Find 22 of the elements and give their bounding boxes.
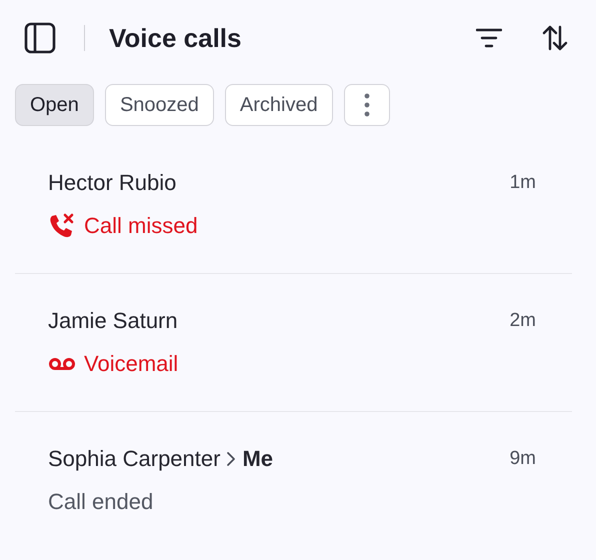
filter-tab[interactable]: Snoozed: [104, 84, 214, 126]
call-time: 9m: [510, 448, 536, 470]
filter-tab[interactable]: Archived: [224, 84, 333, 126]
more-options-button[interactable]: [344, 84, 390, 126]
call-status: Voicemail: [84, 351, 178, 377]
sidebar-toggle-icon[interactable]: [24, 22, 56, 54]
caller-name: Hector Rubio: [48, 170, 176, 196]
page-title: Voice calls: [109, 22, 242, 54]
callee-name: Me: [242, 446, 274, 472]
voicemail-icon: [48, 357, 76, 371]
filter-tab[interactable]: Open: [15, 84, 94, 126]
sort-icon[interactable]: [542, 25, 568, 51]
call-status: Call missed: [84, 213, 198, 239]
more-icon: [364, 93, 370, 117]
call-time: 2m: [510, 310, 536, 332]
call-time: 1m: [510, 172, 536, 194]
chevron-icon: [226, 451, 236, 467]
call-status: Call ended: [48, 489, 154, 515]
filter-icon[interactable]: [476, 27, 502, 49]
caller-name: Sophia Carpenter: [48, 446, 220, 472]
caller-name: Jamie Saturn: [48, 308, 178, 334]
missed-call-icon: [48, 213, 76, 239]
